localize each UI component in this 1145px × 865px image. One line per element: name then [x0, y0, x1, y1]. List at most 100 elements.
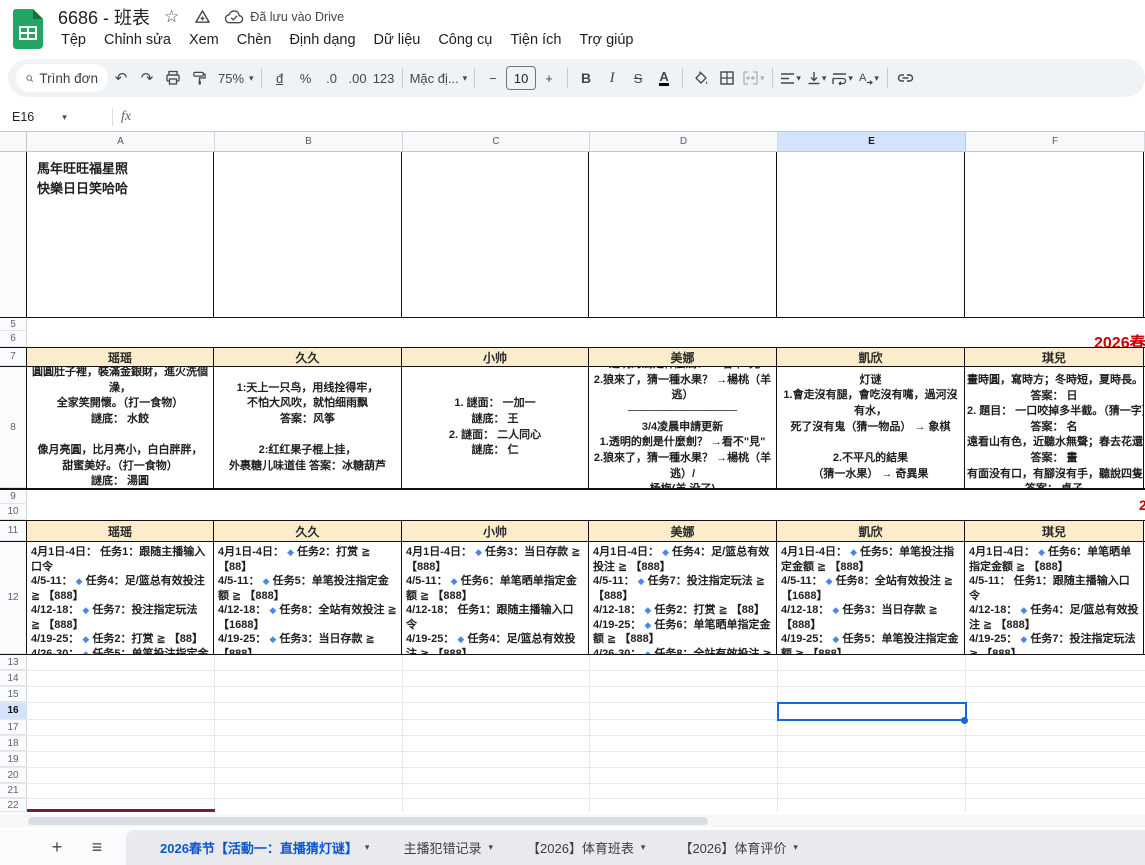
cell[interactable] [27, 720, 215, 735]
cell[interactable] [403, 752, 590, 767]
name-cell-yaoyao[interactable]: 瑶瑶 [26, 521, 214, 541]
cell[interactable] [27, 687, 215, 702]
row-header-9[interactable]: 9 [0, 490, 27, 504]
row-header-15[interactable]: 15 [0, 687, 27, 702]
name-cell-qier[interactable]: 琪兒 [965, 521, 1144, 541]
save-status[interactable]: Đã lưu vào Drive [225, 10, 344, 24]
row-header-blank[interactable] [0, 152, 27, 317]
increase-decimal-button[interactable]: .00 [345, 64, 371, 92]
riddle-cell-f[interactable]: 畫時圓，寫時方；冬時短，夏時長。（猜一字） 答案： 日 2. 題目： 一口咬掉多… [965, 367, 1144, 488]
merge-cells-button[interactable]: ▾ [740, 64, 767, 92]
horizontal-scrollbar-thumb[interactable] [28, 817, 708, 825]
row-header-13[interactable]: 13 [0, 655, 27, 670]
decrease-font-size-button[interactable]: − [480, 64, 506, 92]
redo-button[interactable]: ↷ [134, 64, 160, 92]
cell[interactable] [403, 655, 590, 670]
italic-button[interactable]: I [599, 64, 625, 92]
column-header-c[interactable]: C [403, 132, 590, 151]
column-header-b[interactable]: B [215, 132, 403, 151]
menu-format[interactable]: Định dạng [280, 30, 364, 50]
tab-sports-review[interactable]: 【2026】体育评价 ▾ [665, 830, 811, 865]
cell[interactable] [215, 655, 403, 670]
task-cell-a[interactable]: 4月1日-4日： 任务1：跟随主播输入口令4/5-11： ◆ 任务4：足/篮总有… [26, 542, 214, 654]
menu-help[interactable]: Trợ giúp [570, 30, 642, 50]
name-cell-kaixin[interactable]: 凱欣 [777, 521, 965, 541]
cell[interactable] [403, 703, 590, 719]
row-header-6[interactable]: 6 [0, 331, 27, 347]
fill-handle[interactable] [961, 717, 968, 724]
search-menus-input[interactable]: Trình đơn [16, 64, 108, 92]
borders-button[interactable] [714, 64, 740, 92]
riddle-cell-b[interactable]: 1:天上一只鸟，用线拴得牢， 不怕大风吹，就怕细雨飘 答案：风筝 2:红红果子棍… [214, 367, 402, 488]
fill-color-button[interactable] [688, 64, 714, 92]
cell[interactable] [589, 152, 777, 317]
task-cell-c[interactable]: 4月1日-4日： ◆ 任务3：当日存款 ≧ 【888】4/5-11： ◆ 任务6… [402, 542, 589, 654]
row-header-7[interactable]: 7 [0, 348, 27, 366]
name-cell-xiaoshuai[interactable]: 小帅 [402, 348, 589, 366]
name-cell-xiaoshuai[interactable]: 小帅 [402, 521, 589, 541]
cell[interactable] [966, 720, 1145, 735]
text-color-button[interactable]: A [651, 64, 677, 92]
cell-a1-banner[interactable]: 馬年旺旺福星照 快樂日日笑哈哈 [26, 152, 214, 317]
font-select[interactable]: Mặc đị...▾ [408, 64, 470, 92]
cell[interactable] [403, 720, 590, 735]
menu-edit[interactable]: Chỉnh sửa [95, 30, 180, 50]
tab-spring-festival-active[interactable]: 2026春节【活動一：直播猜灯谜】 ▾ [146, 830, 383, 865]
cell[interactable] [965, 152, 1144, 317]
cell[interactable] [27, 490, 1145, 504]
cell[interactable] [27, 736, 215, 751]
text-rotation-button[interactable]: A ▾ [856, 64, 882, 92]
increase-font-size-button[interactable]: + [536, 64, 562, 92]
insert-link-button[interactable] [893, 64, 919, 92]
formula-input[interactable] [131, 103, 1145, 131]
cell[interactable] [778, 736, 966, 751]
cell[interactable] [966, 655, 1145, 670]
horizontal-scrollbar-track[interactable] [0, 815, 1145, 827]
row-header-22[interactable]: 22 [0, 799, 27, 812]
task-cell-d[interactable]: 4月1日-4日： ◆ 任务4：足/篮总有效投注 ≧ 【888】4/5-11： ◆… [589, 542, 777, 654]
row-header-12[interactable]: 12 [0, 542, 27, 654]
name-cell-meina[interactable]: 美娜 [589, 348, 777, 366]
task-cell-f[interactable]: 4月1日-4日： ◆ 任务6：单笔晒单指定金额 ≧ 【888】4/5-11： 任… [965, 542, 1144, 654]
cell[interactable] [590, 736, 778, 751]
cell[interactable] [966, 687, 1145, 702]
row-header-5[interactable]: 5 [0, 318, 27, 331]
cell[interactable] [27, 752, 215, 767]
row-header-8[interactable]: 8 [0, 367, 27, 488]
move-folder-icon[interactable] [193, 8, 211, 26]
cell[interactable] [214, 152, 402, 317]
menu-data[interactable]: Dữ liệu [365, 30, 430, 50]
format-percent-button[interactable]: % [293, 64, 319, 92]
cell[interactable] [778, 768, 966, 783]
cell[interactable] [778, 799, 966, 812]
column-header-a[interactable]: A [27, 132, 215, 151]
column-header-f[interactable]: F [966, 132, 1145, 151]
cell[interactable] [27, 655, 215, 670]
horizontal-align-button[interactable]: ▾ [778, 64, 804, 92]
cell[interactable] [27, 703, 215, 719]
cell[interactable] [215, 768, 403, 783]
cell[interactable] [27, 331, 1145, 347]
cell[interactable] [27, 504, 1145, 520]
column-header-d[interactable]: D [590, 132, 778, 151]
selected-cell-e16-outline[interactable] [777, 702, 967, 721]
riddle-cell-e[interactable]: 灯谜 1.會走沒有腿，會吃沒有嘴，過河沒有水， 死了沒有鬼（猜一物品） → 象棋… [777, 367, 965, 488]
cell[interactable] [215, 720, 403, 735]
cell[interactable] [590, 752, 778, 767]
row-header-21[interactable]: 21 [0, 784, 27, 798]
row-header-17[interactable]: 17 [0, 720, 27, 735]
cell[interactable] [215, 687, 403, 702]
paint-format-button[interactable] [186, 64, 212, 92]
cell[interactable] [777, 152, 965, 317]
cell[interactable] [215, 799, 403, 812]
bold-button[interactable]: B [573, 64, 599, 92]
cell[interactable] [590, 671, 778, 686]
cell[interactable] [402, 152, 589, 317]
riddle-cell-a[interactable]: 圓圓肚子裡，裝滿金銀財，進火洗個澡， 全家笑開懷。（打一食物） 謎底： 水餃 像… [26, 367, 214, 488]
cell[interactable] [403, 768, 590, 783]
cell[interactable] [966, 671, 1145, 686]
cell[interactable] [778, 687, 966, 702]
text-wrap-button[interactable]: ▾ [830, 64, 856, 92]
row-header-10[interactable]: 10 [0, 504, 27, 520]
undo-button[interactable]: ↶ [108, 64, 134, 92]
